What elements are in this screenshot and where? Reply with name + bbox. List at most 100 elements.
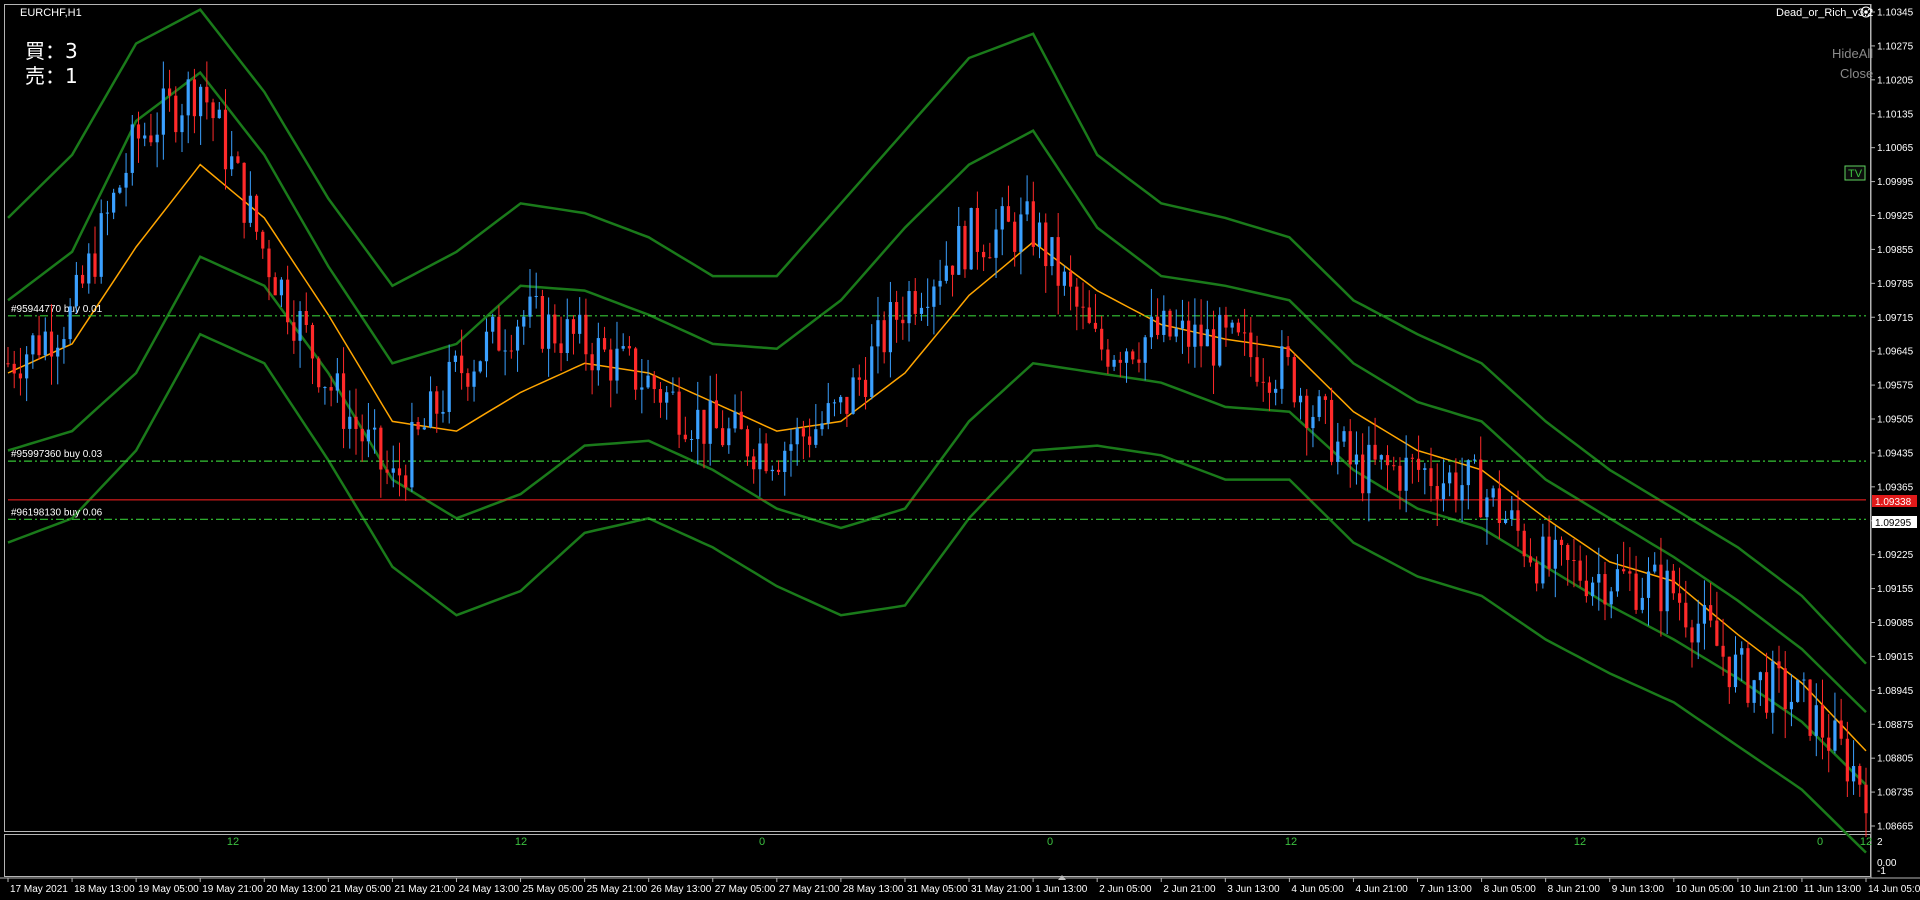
hide-all-button[interactable]: HideAll <box>1832 46 1873 61</box>
time-axis-label: 21 May 05:00 <box>330 884 391 895</box>
candle-body <box>926 306 930 308</box>
candle-body <box>1696 623 1700 643</box>
candle-body <box>1230 322 1234 328</box>
candle-body <box>658 389 663 403</box>
candle-body <box>963 225 967 270</box>
candle-body <box>578 314 582 334</box>
candle-body <box>571 319 576 334</box>
candle-body <box>1659 564 1663 612</box>
candle-body <box>1373 444 1377 460</box>
candle-body <box>801 428 805 437</box>
candle-body <box>1454 472 1458 501</box>
sub-window-hour-label: 12 <box>515 836 527 848</box>
close-button[interactable]: Close <box>1840 66 1873 81</box>
candle-body <box>1180 320 1185 329</box>
candle-body <box>733 411 737 429</box>
candle-body <box>901 319 905 324</box>
candle-body <box>814 429 818 445</box>
candle-body <box>677 391 681 435</box>
time-axis-label: 7 Jun 13:00 <box>1420 884 1473 895</box>
candle-body <box>1628 571 1632 574</box>
price-axis-label: 1.09575 <box>1877 381 1914 392</box>
price-axis-label: 1.09015 <box>1877 652 1914 663</box>
candle-body <box>509 350 513 352</box>
candle-body <box>1783 668 1787 710</box>
time-axis-label: 8 Jun 05:00 <box>1484 884 1537 895</box>
candle-body <box>422 427 426 430</box>
candle-body <box>982 251 986 258</box>
sub-window-hour-label: 12 <box>1574 836 1586 848</box>
candle-body <box>832 402 837 404</box>
candle-body <box>1062 271 1066 286</box>
price-axis-label: 1.08805 <box>1877 754 1914 765</box>
candle-body <box>1777 661 1781 669</box>
candle-body <box>590 354 594 371</box>
candle-body <box>323 387 327 389</box>
tv-button[interactable]: TV <box>1844 165 1866 181</box>
candle-body <box>298 311 302 341</box>
candle-body <box>665 392 669 403</box>
candle-body <box>453 355 458 362</box>
order-label: #95944770 buy 0.01 <box>11 304 103 315</box>
candle-body <box>37 335 41 356</box>
candle-body <box>1379 455 1383 460</box>
candle-body <box>615 348 619 381</box>
candle-body <box>1286 346 1290 358</box>
candle-body <box>1715 620 1719 646</box>
price-axis-label: 1.09785 <box>1877 279 1914 290</box>
candle-body <box>627 346 632 349</box>
candle-body <box>1267 382 1272 393</box>
candle-body <box>497 316 501 351</box>
candle-body <box>1665 570 1669 612</box>
candle-body <box>149 135 153 143</box>
candle-body <box>1820 705 1825 738</box>
candle-body <box>1112 359 1116 367</box>
candle-body <box>1162 310 1166 335</box>
candle-body <box>851 377 855 414</box>
candle-body <box>1472 459 1477 461</box>
candle-body <box>988 257 992 259</box>
candle-body <box>932 286 936 307</box>
chart-canvas[interactable]: #95944770 buy 0.01 #95997360 buy 0.03 #961… <box>0 0 1920 900</box>
candle-body <box>6 363 10 365</box>
candle-body <box>839 396 843 403</box>
candle-body <box>80 274 85 284</box>
candle-body <box>1106 349 1110 367</box>
candle-body <box>1050 237 1054 267</box>
candle-body <box>565 319 569 354</box>
candle-body <box>1727 656 1731 688</box>
price-axis-label: 1.09925 <box>1877 211 1914 222</box>
candle-body <box>1491 488 1495 498</box>
candle-body <box>696 409 700 440</box>
candle-body <box>547 314 551 349</box>
candle-body <box>1814 705 1818 736</box>
candle-body <box>478 361 482 372</box>
candle-body <box>1081 306 1085 308</box>
candle-body <box>99 213 103 277</box>
candle-body <box>1037 222 1042 247</box>
candle-body <box>230 156 234 170</box>
candle-body <box>1479 459 1483 518</box>
candle-body <box>1423 468 1427 470</box>
price-axis-label: 1.09505 <box>1877 415 1914 426</box>
candle-body <box>25 354 29 379</box>
time-axis-label: 24 May 13:00 <box>458 884 519 895</box>
price-axis-label: 1.08735 <box>1877 788 1914 799</box>
candle-body <box>1553 539 1557 569</box>
candle-body <box>12 363 16 374</box>
time-axis-label: 28 May 13:00 <box>843 884 904 895</box>
candle-body <box>1603 574 1607 605</box>
svg-text:1.09338: 1.09338 <box>1875 497 1912 508</box>
candle-body <box>441 411 445 414</box>
price-axis-label: 1.09715 <box>1877 313 1914 324</box>
candle-body <box>745 429 750 457</box>
svg-text:1.09295: 1.09295 <box>1875 518 1912 529</box>
candle-body <box>1547 536 1551 569</box>
candle-body <box>895 302 899 320</box>
candle-body <box>758 443 762 470</box>
candle-body <box>74 274 78 307</box>
candle-body <box>1249 332 1253 358</box>
candle-body <box>155 134 159 143</box>
order-label: #96198130 buy 0.06 <box>11 507 103 518</box>
candle-body <box>1684 602 1688 628</box>
